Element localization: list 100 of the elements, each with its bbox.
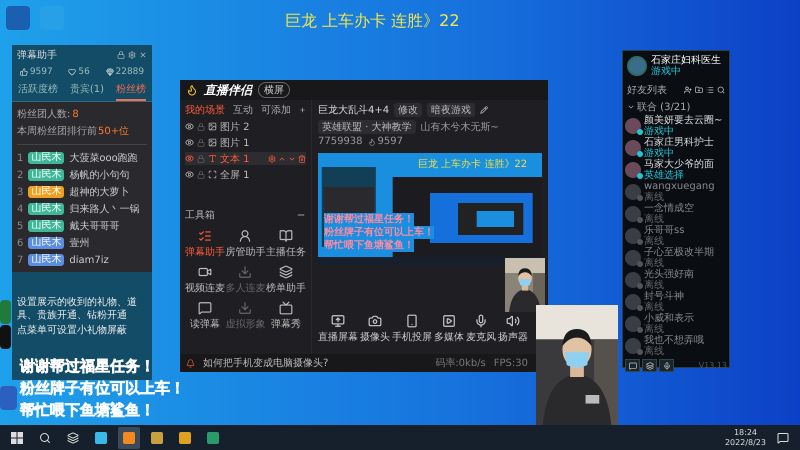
lock-icon — [197, 154, 205, 162]
fan-name: 超神的大萝卜 — [69, 186, 130, 199]
tv-icon — [278, 301, 293, 315]
streamer-name: 山有木兮木无斯~ — [420, 120, 499, 134]
microphone-icon — [662, 362, 670, 370]
preview-text: 粉丝牌子有位可以上车！ — [324, 226, 434, 239]
window-button[interactable] — [642, 359, 657, 372]
fan-badge: 山民木 — [28, 237, 64, 249]
lock-icon — [197, 122, 205, 130]
source-item[interactable]: 图片 2 — [185, 120, 306, 133]
fan-count-label: 粉丝团人数: — [17, 108, 70, 121]
tag-chip[interactable]: 英雄联盟 · 大神教学 — [318, 120, 416, 134]
scene-tab[interactable]: 我的场景 — [185, 103, 225, 117]
speaker-icon — [506, 314, 520, 328]
clock-time: 18:24 — [734, 428, 758, 438]
eye-icon — [185, 122, 194, 131]
control-button[interactable]: 扬声器 — [498, 314, 528, 344]
lock-icon[interactable] — [117, 51, 125, 59]
source-item[interactable]: 全屏 1 — [185, 168, 306, 181]
friend-item[interactable]: 子心至极改半期 离线 — [623, 247, 729, 269]
control-button[interactable]: 多媒体 — [434, 314, 464, 344]
close-icon[interactable] — [139, 51, 147, 59]
taskbar-app[interactable] — [118, 426, 140, 448]
checklist-icon — [198, 229, 212, 243]
tool-button[interactable]: 主播任务 — [266, 229, 306, 259]
scene-tab[interactable]: 可添加 — [261, 103, 291, 117]
tool-button[interactable]: 榜单助手 — [266, 265, 306, 295]
app-logo: 直播伴侣 — [204, 82, 252, 98]
friend-item[interactable]: 光头强好南 离线 — [623, 269, 729, 291]
rank-note: 本周粉丝团排行前 — [17, 124, 97, 138]
tool-button[interactable]: 视频连麦 — [185, 265, 226, 295]
add-icon[interactable] — [299, 105, 306, 115]
source-item[interactable]: 文本 1 — [185, 152, 306, 165]
fan-badge: 山民木 — [28, 203, 64, 215]
caret-icon[interactable] — [627, 103, 635, 111]
tool-button[interactable]: 弹幕助手 — [185, 229, 226, 259]
friend-item[interactable]: 小威和表示 离线 — [623, 313, 729, 335]
control-button[interactable]: 摄像头 — [360, 314, 390, 344]
rank-number: 5 — [17, 220, 24, 232]
scene-tab[interactable]: 互动 — [233, 103, 253, 117]
app-icon[interactable] — [0, 325, 11, 349]
friend-item[interactable]: 封号斗神 离线 — [623, 291, 729, 313]
tool-button[interactable]: 读弹幕 — [185, 301, 226, 331]
chat-button[interactable] — [625, 359, 640, 372]
group-header[interactable]: 联合 (3/21) — [637, 100, 690, 114]
fan-name: 杨帆的小句句 — [69, 168, 130, 182]
friend-item[interactable]: 我也不想弄哦 离线 — [623, 335, 729, 357]
control-button[interactable]: 手机投屏 — [392, 314, 432, 344]
profile-name: 石家庄妇科医生 — [651, 55, 721, 66]
rank-number: 2 — [17, 170, 24, 180]
footer-note: 点菜单可设置小礼物屏蔽 — [17, 324, 128, 337]
rank-note-value: 50+位 — [98, 125, 130, 138]
rank-number: 1 — [17, 152, 24, 164]
pencil-icon[interactable] — [480, 106, 488, 114]
friend-item[interactable]: wangxuegang 离线 — [623, 181, 729, 203]
tool-button[interactable]: 房管助手 — [225, 229, 266, 259]
toolbox-title: 工具箱 — [185, 209, 215, 222]
lock-icon — [197, 170, 205, 178]
version-label: V13.13 — [698, 361, 727, 370]
friend-item[interactable]: 石家庄男科护士 游戏中 — [623, 137, 729, 159]
popularity: 9597 — [378, 136, 403, 147]
fullscreen-icon — [208, 170, 217, 179]
windows-icon — [11, 432, 23, 444]
control-button[interactable]: 直播屏幕 — [318, 314, 358, 344]
room-title: 巨龙大乱斗4+4 — [318, 104, 390, 117]
friend-item[interactable]: 马家大少爷的面 英雄选择 — [623, 159, 729, 181]
list-icon[interactable] — [706, 86, 714, 94]
thumbs-up-icon — [20, 68, 28, 76]
image-icon — [208, 138, 217, 147]
category-chip[interactable]: 暗夜游戏 — [427, 103, 476, 117]
panel-tab[interactable]: 贵宾(1) — [70, 79, 104, 101]
mic-button[interactable] — [659, 359, 674, 372]
search-icon[interactable] — [717, 86, 725, 94]
stat-value: 56 — [78, 67, 90, 77]
edit-button[interactable]: 修改 — [394, 103, 422, 117]
banner-text: 粉丝牌子有位可以上车！ — [20, 378, 185, 399]
fan-name: 大菠菜ooo跑跑 — [69, 152, 138, 165]
play-icon — [442, 314, 456, 328]
friend-item[interactable]: 一念情成空 离线 — [623, 203, 729, 225]
layers-icon — [278, 265, 293, 279]
source-item[interactable]: 图片 1 — [185, 136, 306, 149]
mode-button[interactable]: 横屏 — [258, 82, 290, 98]
control-button[interactable]: 麦克风 — [466, 314, 496, 344]
rank-number: 6 — [17, 238, 24, 248]
video-icon — [198, 265, 212, 279]
stream-stat: 码率:0kb/s — [435, 356, 486, 370]
tool-button[interactable]: 弹幕秀 — [266, 301, 306, 331]
friend-item[interactable]: 颜美妍要去云圈~ 游戏中 — [623, 115, 729, 137]
monitor-icon — [331, 314, 345, 328]
friend-item[interactable]: 乐哥哥ss 离线 — [623, 225, 729, 247]
profile-status: 游戏中 — [651, 66, 682, 77]
add-friend-icon[interactable] — [684, 86, 692, 94]
stream-stat: FPS:30 — [494, 358, 528, 368]
fan-badge: 山民木 — [28, 220, 64, 232]
layers-icon — [67, 432, 79, 444]
folder-icon[interactable] — [695, 86, 703, 94]
settings-icon[interactable] — [128, 51, 136, 59]
stat-value: 22889 — [116, 67, 144, 77]
panel-tab[interactable]: 活跃度榜 — [18, 79, 58, 101]
chat-icon — [777, 432, 789, 444]
